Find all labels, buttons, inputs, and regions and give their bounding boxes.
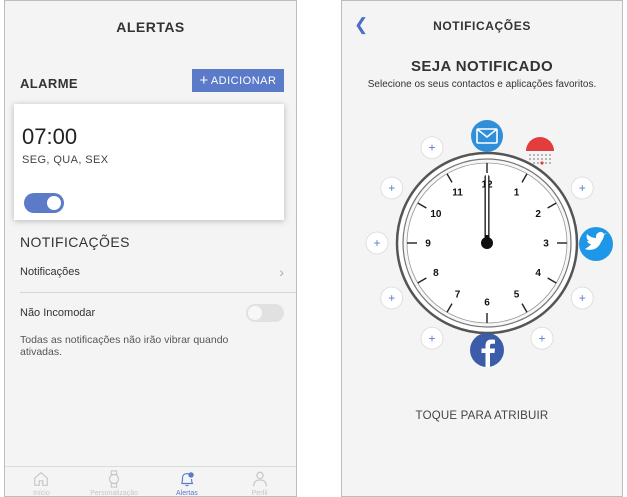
toggle-knob [47,196,61,210]
notifications-heading: NOTIFICAÇÕES [20,234,130,250]
page-title: ALERTAS [116,19,185,35]
tab-alerts[interactable]: Alertas [151,467,224,497]
tap-to-assign-hint: TOQUE PARA ATRIBUIR [415,410,549,422]
add-slot-2[interactable]: + [570,176,594,200]
toggle-knob [248,306,262,320]
add-slot-5[interactable]: + [530,326,554,350]
add-slot-9[interactable]: + [365,231,389,255]
hour-number: 1 [514,187,520,198]
hour-number: 3 [543,239,549,250]
divider [20,292,296,293]
plus-icon: + [373,236,380,250]
plus-icon: + [579,181,586,195]
alerts-screen: ALERTAS ALARME + ADICIONAR 07:00 SEG, QU… [4,0,297,497]
add-slot-10[interactable]: + [380,176,404,200]
tab-home[interactable]: Início [5,467,78,497]
tab-label: Alertas [175,490,198,497]
add-slot-8[interactable]: + [380,286,404,310]
add-slot-7[interactable]: + [420,326,444,350]
plus-icon: + [428,331,435,345]
add-slot-11[interactable]: + [420,136,444,160]
hour-number: 7 [455,290,461,301]
notifications-screen: ❮ NOTIFICAÇÕES SEJA NOTIFICADO Selecione… [341,0,623,497]
alarm-section-label: ALARME [20,76,79,91]
tab-bar: Início Personalização Alertas Perfil [5,466,296,497]
add-slot-4[interactable]: + [570,286,594,310]
person-icon [252,471,267,487]
watch-face: 121234567891011 ++++++++ [365,120,613,367]
hour-number: 11 [452,187,463,198]
tab-label: Personalização [90,490,139,497]
add-alarm-button[interactable]: + ADICIONAR [192,69,284,92]
page-title: NOTIFICAÇÕES [433,19,531,33]
dnd-toggle[interactable] [246,304,284,322]
dnd-description: Todas as notificações não irão vibrar qu… [20,334,229,358]
chevron-right-icon: › [279,264,284,280]
plus-icon: + [388,181,395,195]
alarm-toggle[interactable] [24,193,64,213]
tab-personalization[interactable]: Personalização [78,467,151,497]
hour-number: 2 [535,209,541,220]
notifications-row-label: Notificações [20,266,80,278]
subtitle: Selecione os seus contactos e aplicações… [367,79,597,90]
tab-profile[interactable]: Perfil [223,467,296,497]
slot-6-facebook[interactable] [470,333,504,367]
slot-1-calendar[interactable] [526,137,554,165]
alarm-days: SEG, QUA, SEX [22,154,109,166]
hour-number: 9 [425,239,431,250]
hour-number: 5 [514,290,520,301]
slot-12-mail[interactable] [471,120,503,152]
watch-icon [109,470,120,488]
clock-center [481,237,493,249]
hour-number: 6 [484,298,490,309]
home-icon [34,471,49,486]
calendar-icon [526,137,554,151]
notifications-row[interactable]: Notificações › [20,264,286,280]
bell-gear-icon [180,472,194,487]
plus-icon: + [199,72,209,89]
hour-hand-highlight [485,175,489,235]
plus-icon: + [388,291,395,305]
slot-3-twitter[interactable] [579,227,613,261]
plus-icon: + [538,331,545,345]
hour-number: 10 [430,209,442,220]
tab-label: Início [33,490,50,497]
hour-number: 8 [433,268,439,279]
alarm-time: 07:00 [22,124,78,149]
tab-label: Perfil [251,490,268,497]
hour-number: 4 [535,268,541,279]
plus-icon: + [579,291,586,305]
alarm-card[interactable]: 07:00 SEG, QUA, SEX [14,104,284,220]
plus-icon: + [428,141,435,155]
add-button-label: ADICIONAR [210,74,277,87]
heading: SEJA NOTIFICADO [410,58,554,75]
dnd-label: Não Incomodar [20,307,96,319]
